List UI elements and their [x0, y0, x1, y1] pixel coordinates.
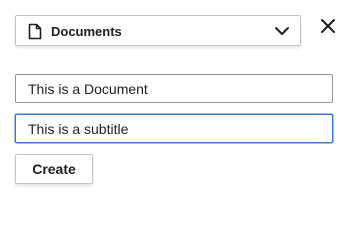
subtitle-input[interactable] — [15, 114, 333, 143]
document-type-select[interactable]: Documents — [15, 15, 301, 46]
document-type-selected: Documents — [51, 24, 122, 39]
close-button[interactable] — [315, 14, 341, 38]
document-icon — [28, 23, 42, 40]
chevron-down-icon — [275, 27, 289, 35]
title-input[interactable] — [15, 74, 333, 103]
create-document-panel: Documents Create — [0, 0, 348, 243]
close-icon — [321, 19, 335, 33]
create-button[interactable]: Create — [15, 154, 93, 184]
